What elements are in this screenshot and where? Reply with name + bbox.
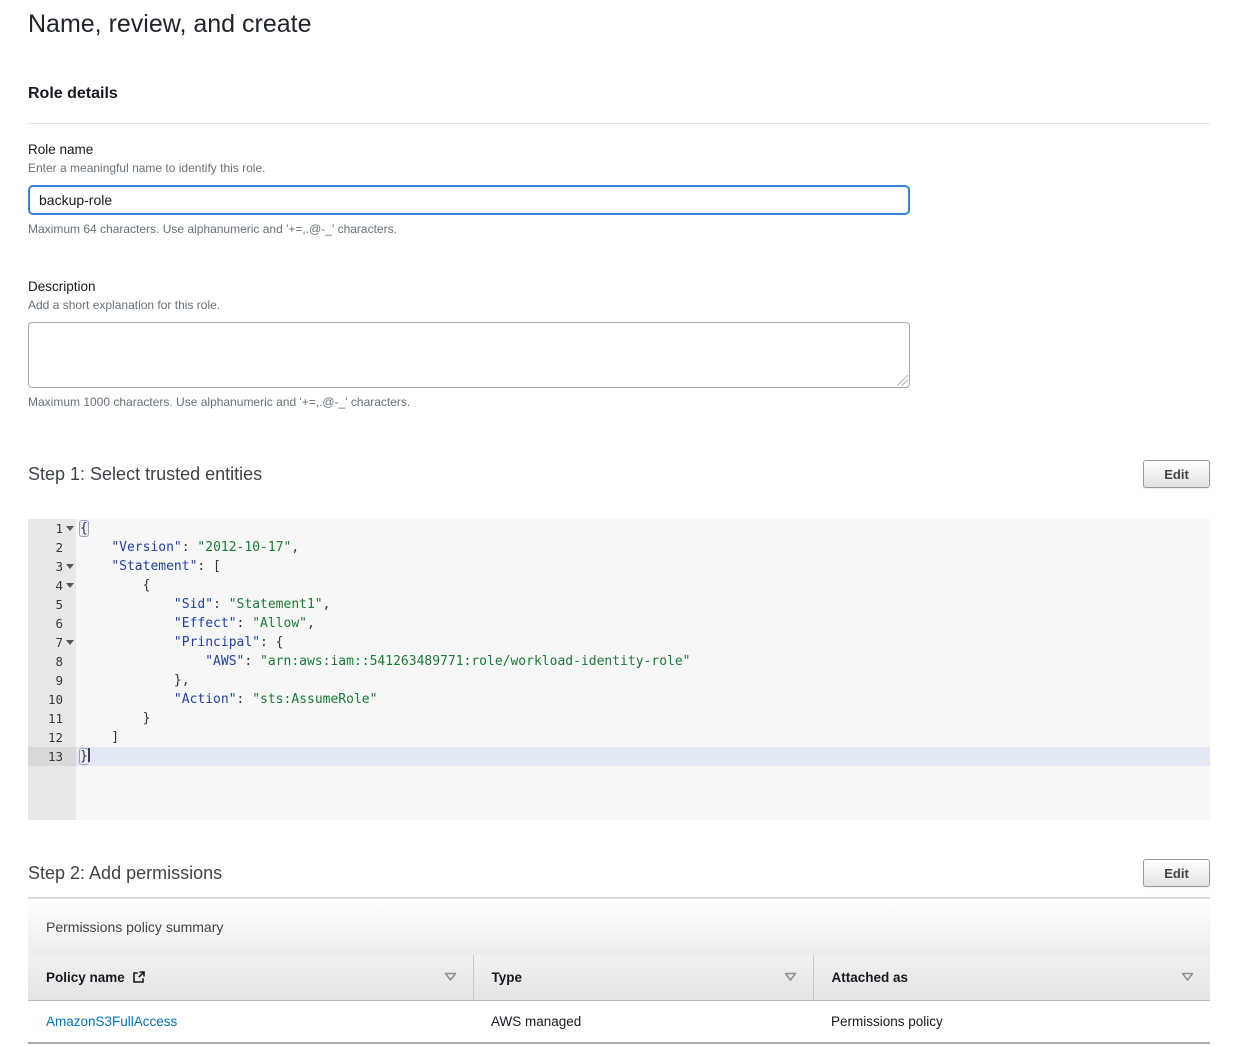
sort-descending-icon[interactable] [1181, 972, 1194, 982]
permissions-policy-panel: Permissions policy summary Policy nameTy… [28, 898, 1210, 1044]
sort-descending-icon[interactable] [784, 972, 797, 982]
fold-arrow-icon[interactable] [66, 640, 74, 645]
page-title: Name, review, and create [28, 9, 1210, 39]
editor-code-line[interactable]: } [76, 709, 1210, 728]
text-cursor [88, 748, 90, 762]
role-name-hint: Enter a meaningful name to identify this… [28, 161, 1210, 176]
column-header-policy-name[interactable]: Policy name [28, 955, 473, 1000]
role-name-input[interactable] [28, 185, 910, 215]
permissions-panel-title: Permissions policy summary [28, 898, 1210, 955]
description-constraint: Maximum 1000 characters. Use alphanumeri… [28, 395, 1210, 410]
editor-code-line[interactable]: "Statement": [ [76, 557, 1210, 576]
step2-heading: Step 2: Add permissions [28, 859, 222, 884]
fold-arrow-icon[interactable] [66, 526, 74, 531]
role-name-field: Role name Enter a meaningful name to ide… [28, 141, 1210, 237]
trust-policy-editor[interactable]: 12345678910111213 { "Version": "2012-10-… [28, 519, 1210, 820]
editor-code-line[interactable]: { [76, 576, 1210, 595]
editor-code-line[interactable]: "Principal": { [76, 633, 1210, 652]
editor-code-line[interactable]: "Sid": "Statement1", [76, 595, 1210, 614]
column-header-attached-as[interactable]: Attached as [813, 955, 1210, 1000]
editor-code-line[interactable]: "AWS": "arn:aws:iam::541263489771:role/w… [76, 652, 1210, 671]
external-link-icon [132, 970, 146, 984]
description-hint: Add a short explanation for this role. [28, 298, 1210, 313]
editor-line-number: 8 [28, 652, 76, 671]
column-header-type[interactable]: Type [473, 955, 813, 1000]
resize-grip-icon[interactable] [897, 375, 908, 386]
editor-code-line[interactable]: } [76, 747, 1210, 766]
description-label: Description [28, 278, 1210, 295]
editor-line-number: 4 [28, 576, 76, 595]
editor-line-number: 10 [28, 690, 76, 709]
section-divider [28, 123, 1210, 124]
fold-arrow-icon[interactable] [66, 564, 74, 569]
edit-permissions-button[interactable]: Edit [1143, 859, 1210, 887]
editor-code-line[interactable]: }, [76, 671, 1210, 690]
step1-header: Step 1: Select trusted entities Edit [28, 460, 1210, 488]
editor-line-number: 9 [28, 671, 76, 690]
description-textarea[interactable] [28, 322, 910, 388]
table-header-row: Policy nameTypeAttached as [28, 955, 1210, 1000]
editor-gutter: 12345678910111213 [28, 519, 76, 820]
editor-line-number: 11 [28, 709, 76, 728]
role-name-label: Role name [28, 141, 1210, 158]
editor-code-line[interactable]: "Version": "2012-10-17", [76, 538, 1210, 557]
editor-code[interactable]: { "Version": "2012-10-17", "Statement": … [76, 519, 1210, 820]
editor-code-line[interactable]: "Action": "sts:AssumeRole" [76, 690, 1210, 709]
edit-trusted-entities-button[interactable]: Edit [1143, 460, 1210, 488]
fold-arrow-icon[interactable] [66, 583, 74, 588]
editor-code-line[interactable]: { [76, 519, 1210, 538]
editor-line-number: 7 [28, 633, 76, 652]
editor-line-number: 1 [28, 519, 76, 538]
editor-code-line[interactable]: ] [76, 728, 1210, 747]
step1-heading: Step 1: Select trusted entities [28, 460, 262, 485]
role-details-heading: Role details [28, 84, 1210, 103]
name-review-create-page: Name, review, and create Role details Ro… [0, 9, 1242, 1044]
editor-line-number: 12 [28, 728, 76, 747]
editor-line-number: 6 [28, 614, 76, 633]
editor-line-number: 13 [28, 747, 76, 766]
editor-code-line[interactable]: "Effect": "Allow", [76, 614, 1210, 633]
policy-name-link[interactable]: AmazonS3FullAccess [46, 1014, 177, 1029]
editor-line-number: 5 [28, 595, 76, 614]
editor-line-number: 2 [28, 538, 76, 557]
role-name-constraint: Maximum 64 characters. Use alphanumeric … [28, 222, 1210, 237]
description-field: Description Add a short explanation for … [28, 278, 1210, 410]
editor-line-number: 3 [28, 557, 76, 576]
permissions-table: Policy nameTypeAttached as AmazonS3FullA… [28, 955, 1210, 1044]
step2-header: Step 2: Add permissions Edit [28, 859, 1210, 887]
sort-descending-icon[interactable] [444, 972, 457, 982]
